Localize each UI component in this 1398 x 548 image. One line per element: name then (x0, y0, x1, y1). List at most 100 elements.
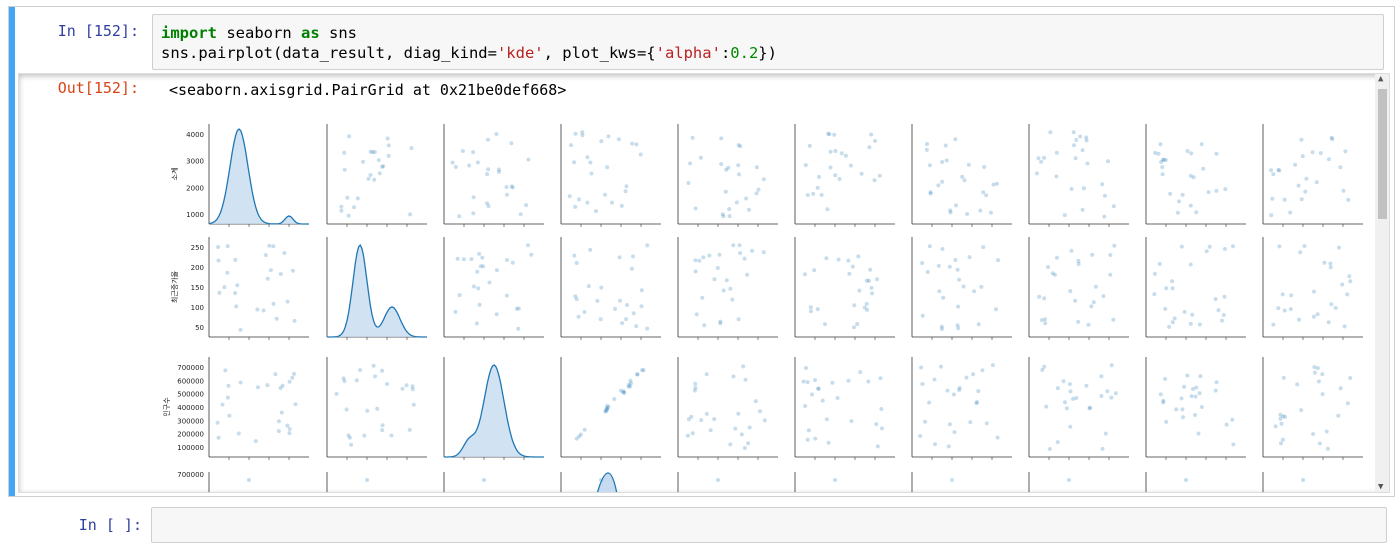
code-cell-152[interactable]: In [152]: import seaborn as sns sns.pair… (8, 6, 1395, 497)
scatter-point (1345, 401, 1350, 406)
scatter-point (1188, 262, 1193, 267)
scatter-point (1299, 137, 1304, 142)
empty-code-input[interactable] (151, 507, 1387, 543)
scatter-point (529, 252, 534, 257)
scatter-point (574, 261, 579, 265)
scatter-point (453, 309, 458, 314)
scatter-point (222, 285, 227, 290)
scatter-point (1304, 176, 1309, 181)
scatter-point (1303, 189, 1308, 194)
scatter-point (1182, 309, 1187, 314)
scatter-point (718, 321, 723, 326)
scatter-point (1276, 306, 1281, 311)
scatter-point (824, 256, 829, 261)
scatter-point (761, 250, 766, 255)
scatter-point (1088, 405, 1093, 410)
scatter-point (255, 307, 260, 312)
scatter-point (1199, 142, 1204, 147)
scatter-point (236, 431, 241, 436)
scroll-down-icon[interactable]: ▼ (1378, 482, 1383, 492)
scatter-point (1271, 322, 1276, 327)
scatter-point (1213, 297, 1218, 301)
scatter-point (247, 478, 251, 482)
kde-fill (209, 129, 309, 224)
scatter-point (1163, 306, 1168, 311)
scatter-point (712, 417, 717, 422)
scatter-point (988, 210, 993, 215)
output-scroll-area[interactable]: <seaborn.axisgrid.PairGrid at 0x21be0def… (18, 73, 1390, 493)
scatter-point (480, 255, 485, 260)
scatter-point (358, 368, 363, 373)
scatter-point (953, 258, 958, 262)
scatter-point (1084, 383, 1089, 388)
scatter-point (1346, 197, 1351, 202)
scroll-up-icon[interactable]: ▲ (1378, 74, 1383, 84)
vertical-scrollbar[interactable]: ▲ ▼ (1375, 74, 1389, 492)
scatter-point (631, 311, 636, 316)
scatter-point (1185, 149, 1190, 154)
kde-fill (327, 245, 427, 337)
scatter-point (994, 181, 999, 186)
scatter-point (645, 326, 650, 331)
scatter-point (1328, 261, 1333, 266)
scatter-point (1278, 416, 1283, 421)
scatter-point (721, 288, 726, 293)
scatter-point (1170, 286, 1175, 291)
scatter-point (409, 146, 414, 151)
scatter-point (253, 439, 258, 444)
scatter-point (702, 323, 707, 328)
y-axis-label: 인구수 (162, 397, 171, 417)
scatter-point (828, 149, 833, 154)
scatter-point (1064, 406, 1069, 411)
scatter-point (471, 195, 476, 200)
scatter-point (347, 435, 352, 440)
scatter-point (577, 197, 581, 202)
scatter-point (282, 251, 287, 255)
scatter-point (268, 268, 273, 273)
scatter-point (267, 243, 272, 248)
scatter-point (855, 322, 860, 326)
scatter-point (1157, 261, 1162, 266)
scatter-point (486, 204, 491, 209)
scatter-point (386, 153, 391, 158)
scatter-point (836, 257, 841, 262)
scatter-point (576, 314, 581, 319)
scatter-point (1101, 294, 1106, 299)
scatter-point (1180, 192, 1185, 197)
scatter-point (635, 372, 640, 377)
scatter-point (582, 310, 587, 314)
scatter-point (936, 183, 941, 188)
scatter-point (346, 213, 351, 218)
scatter-point (758, 409, 762, 414)
scatter-point (1055, 255, 1059, 260)
scatter-point (1160, 172, 1165, 177)
scatter-point (639, 288, 644, 293)
keyword-import: import (161, 24, 217, 42)
scatter-point (925, 142, 929, 146)
scroll-thumb[interactable] (1378, 89, 1387, 219)
scatter-point (700, 295, 705, 300)
y-tick-label: 150 (191, 284, 204, 292)
scatter-point (461, 257, 466, 262)
y-tick-label: 100 (191, 304, 204, 312)
scatter-point (475, 269, 480, 274)
scatter-point (699, 418, 704, 423)
scatter-point (471, 211, 476, 216)
scatter-point (505, 258, 509, 262)
scatter-point (816, 386, 821, 391)
scatter-point (731, 243, 736, 248)
code-input[interactable]: import seaborn as sns sns.pairplot(data_… (152, 14, 1384, 70)
scatter-point (1061, 379, 1066, 384)
scatter-point (811, 191, 816, 196)
scatter-point (339, 204, 344, 209)
scatter-point (812, 268, 817, 273)
y-tick-label: 2000 (186, 184, 204, 192)
scatter-point (380, 368, 385, 373)
scatter-point (1048, 130, 1053, 135)
scatter-point (1161, 157, 1165, 162)
scatter-point (216, 245, 221, 249)
scatter-point (928, 190, 933, 195)
scatter-point (1340, 282, 1345, 287)
scatter-point (361, 159, 366, 164)
scatter-point (1158, 142, 1163, 147)
